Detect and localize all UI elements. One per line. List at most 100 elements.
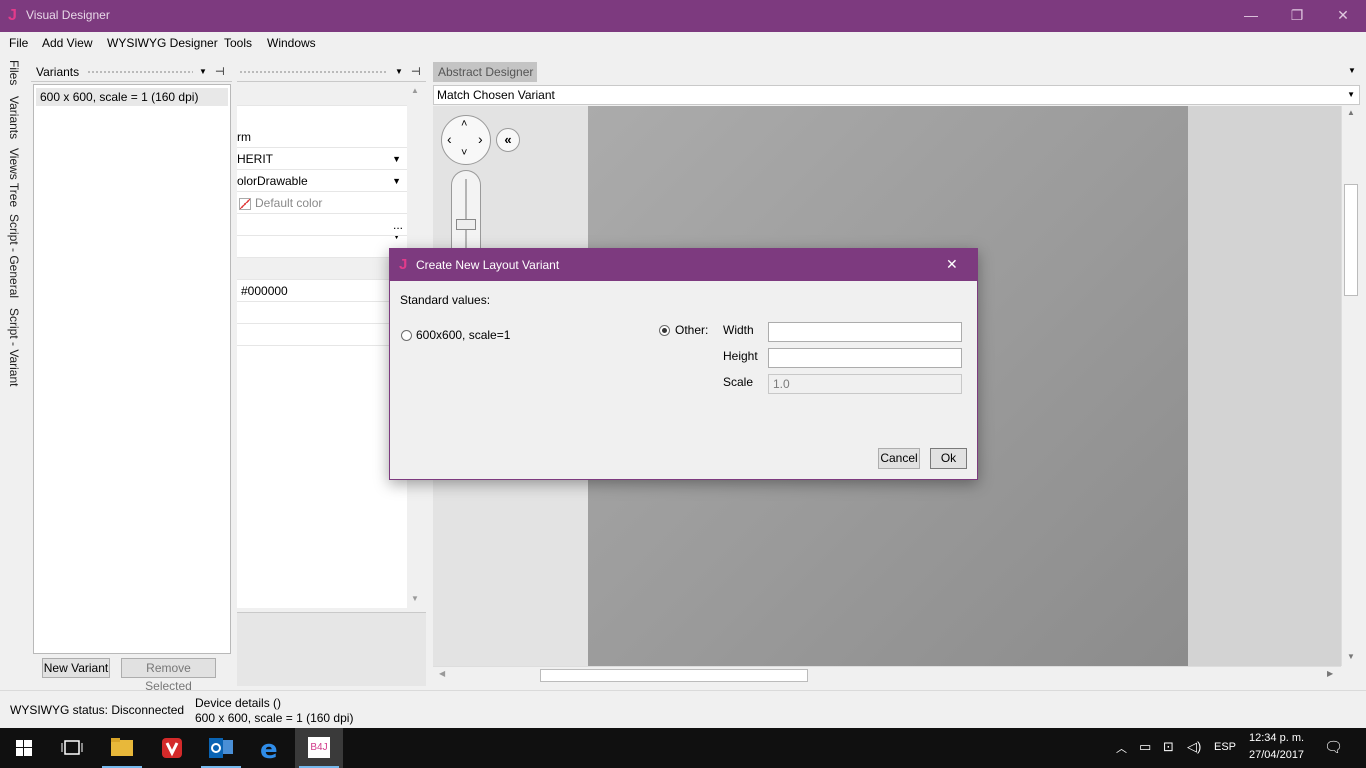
app-icon: J	[8, 7, 17, 24]
cancel-button[interactable]: Cancel	[878, 448, 920, 469]
menu-windows[interactable]: Windows	[267, 36, 316, 50]
scroll-left-icon[interactable]: ◀	[439, 669, 445, 678]
pan-down-icon[interactable]: ˅	[461, 147, 467, 159]
pin-icon[interactable]: ⊣	[411, 62, 421, 82]
task-view-icon[interactable]	[48, 728, 96, 768]
property-row[interactable]	[237, 302, 407, 324]
scroll-right-icon[interactable]: ▶	[1327, 669, 1333, 678]
chevron-up-icon[interactable]: ︿	[1116, 740, 1127, 756]
property-value: Default color	[255, 196, 323, 210]
pan-right-icon[interactable]: ›	[478, 131, 483, 147]
standard-option-label[interactable]: 600x600, scale=1	[416, 328, 510, 342]
scale-field[interactable]	[768, 374, 962, 394]
pan-up-icon[interactable]: ˄	[461, 118, 467, 130]
drag-grip[interactable]	[239, 70, 387, 75]
new-variant-button[interactable]: New Variant	[42, 658, 110, 678]
properties-description-area	[237, 612, 426, 686]
canvas-margin	[1188, 106, 1341, 666]
list-item[interactable]: 600 x 600, scale = 1 (160 dpi)	[36, 88, 228, 106]
other-option-label[interactable]: Other:	[675, 323, 708, 337]
ellipsis-button[interactable]: ...	[393, 218, 403, 232]
property-row[interactable]: ...	[237, 214, 407, 236]
property-category-row	[237, 258, 407, 280]
outlook-icon[interactable]	[197, 728, 245, 768]
tab-views-tree[interactable]: Views Tree	[7, 148, 21, 207]
property-row[interactable]	[237, 324, 407, 346]
dropdown-arrow-icon[interactable]: ▼	[392, 170, 401, 191]
action-center-icon[interactable]: 🗨	[1324, 738, 1343, 756]
device-details: Device details ()	[195, 696, 282, 710]
tab-variants[interactable]: Variants	[7, 96, 21, 139]
battery-icon[interactable]: ▭	[1139, 739, 1151, 755]
standard-values-label: Standard values:	[400, 293, 491, 307]
height-label: Height	[723, 349, 758, 363]
horizontal-scrollbar[interactable]: ◀ ▶	[433, 666, 1341, 684]
restore-button[interactable]: ❐	[1274, 0, 1320, 32]
device-variant: 600 x 600, scale = 1 (160 dpi)	[195, 711, 354, 725]
menu-tools[interactable]: Tools	[224, 36, 252, 50]
variant-select[interactable]: Match Chosen Variant ▼	[433, 85, 1360, 105]
property-value: rm	[237, 130, 251, 144]
tab-script-general[interactable]: Script - General	[7, 214, 21, 298]
clock-date[interactable]: 27/04/2017	[1249, 749, 1304, 761]
chevron-down-icon[interactable]: ▼	[1347, 86, 1355, 104]
clock-time[interactable]: 12:34 p. m.	[1249, 732, 1304, 744]
tab-files[interactable]: Files	[7, 60, 21, 85]
standard-radio[interactable]	[401, 330, 412, 341]
collapse-tools-icon[interactable]: «	[496, 128, 520, 152]
drag-grip[interactable]	[87, 70, 193, 75]
vertical-scrollbar[interactable]: ▲ ▼	[1341, 106, 1360, 666]
dialog-title: Create New Layout Variant	[416, 258, 560, 272]
scrollbar-thumb[interactable]	[540, 669, 808, 682]
dropdown-arrow-icon[interactable]: ▼	[392, 236, 401, 247]
width-field[interactable]	[768, 322, 962, 342]
scroll-up-icon[interactable]: ▲	[1347, 108, 1355, 117]
property-row[interactable]: ▼	[237, 236, 407, 258]
close-button[interactable]: ✕	[1320, 0, 1366, 32]
chevron-down-icon[interactable]: ▼	[1348, 66, 1356, 75]
windows-start-icon[interactable]	[0, 728, 48, 768]
ok-button[interactable]: Ok	[930, 448, 967, 469]
volume-icon[interactable]: ◁)	[1187, 739, 1201, 755]
pin-icon[interactable]: ⊣	[215, 62, 225, 82]
menu-add-view[interactable]: Add View	[42, 36, 92, 50]
scale-label: Scale	[723, 375, 754, 389]
file-explorer-icon[interactable]	[98, 728, 146, 768]
tab-script-variant[interactable]: Script - Variant	[7, 308, 21, 386]
tab-abstract-designer[interactable]: Abstract Designer	[433, 62, 537, 82]
title-bar: J Visual Designer — ❐ ✕	[0, 0, 1366, 32]
svg-text:e: e	[260, 735, 278, 765]
chevron-down-icon[interactable]: ▼	[395, 62, 403, 82]
zoom-slider-thumb[interactable]	[456, 219, 476, 230]
chevron-down-icon[interactable]: ▼	[199, 62, 207, 82]
height-field[interactable]	[768, 348, 962, 368]
other-radio[interactable]	[659, 325, 670, 336]
vivaldi-icon[interactable]	[148, 728, 196, 768]
dropdown-arrow-icon[interactable]: ▼	[392, 148, 401, 169]
menu-wysiwyg-designer[interactable]: WYSIWYG Designer	[107, 36, 218, 50]
network-icon[interactable]: ⊡	[1163, 739, 1174, 755]
property-row[interactable]: #000000	[237, 280, 407, 302]
scroll-down-icon[interactable]: ▼	[1347, 652, 1355, 661]
property-row[interactable]: olorDrawable ▼	[237, 170, 407, 192]
b4j-app-icon[interactable]: B4J	[295, 728, 343, 768]
scroll-down-icon[interactable]: ▼	[411, 594, 419, 603]
property-row[interactable]	[237, 84, 407, 106]
zoom-slider[interactable]	[451, 170, 481, 250]
minimize-button[interactable]: —	[1228, 0, 1274, 32]
property-grid: rm HERIT ▼ olorDrawable ▼ Default color ..…	[237, 84, 407, 608]
scroll-up-icon[interactable]: ▲	[411, 86, 419, 95]
property-row[interactable]: HERIT ▼	[237, 148, 407, 170]
pan-left-icon[interactable]: ‹	[447, 131, 452, 147]
property-row[interactable]: Default color	[237, 192, 407, 214]
language-indicator[interactable]: ESP	[1214, 741, 1236, 753]
variants-panel-header: Variants ▼ ⊣	[31, 62, 232, 82]
pan-control[interactable]: ˄ ˅ ‹ ›	[441, 115, 491, 165]
scrollbar-thumb[interactable]	[1344, 184, 1358, 296]
dialog-close-button[interactable]: ✕	[946, 256, 958, 273]
remove-selected-button[interactable]: Remove Selected	[121, 658, 216, 693]
property-row[interactable]: rm	[237, 126, 407, 148]
edge-icon[interactable]: e	[246, 728, 294, 768]
menu-file[interactable]: File	[9, 36, 28, 50]
create-variant-dialog: J Create New Layout Variant ✕ Standard v…	[389, 248, 978, 480]
